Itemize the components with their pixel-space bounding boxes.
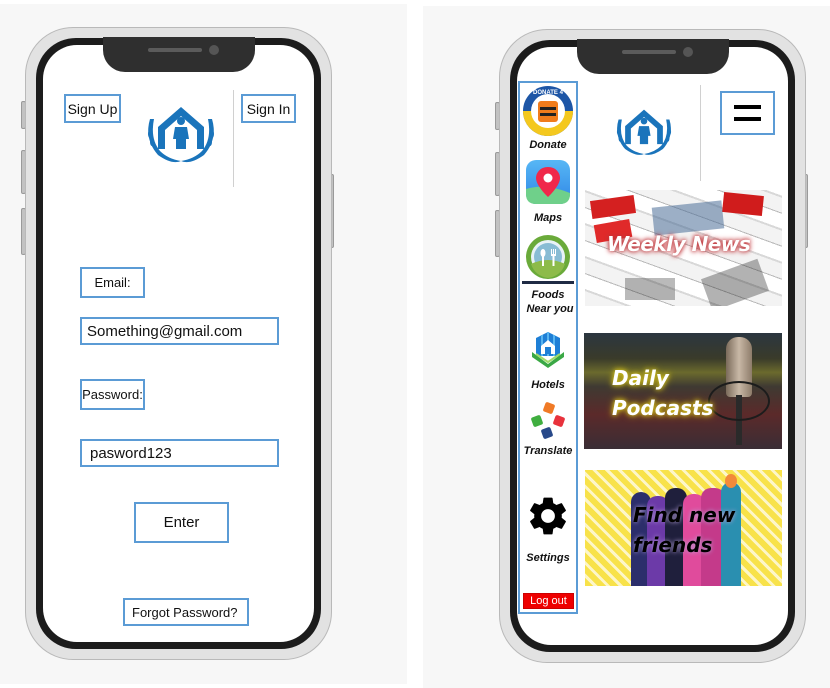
find-new-friends-card[interactable]: Find new friends <box>585 470 782 586</box>
email-field[interactable]: Something@gmail.com <box>80 317 279 345</box>
unhcr-logo-icon <box>142 99 220 167</box>
phone-frame-home: DONATE 4 Donate Maps Foods Near you Hote… <box>499 29 806 663</box>
camera-icon <box>208 45 219 55</box>
weekly-news-card[interactable]: Weekly News <box>585 190 782 306</box>
home-screen: DONATE 4 Donate Maps Foods Near you Hote… <box>517 47 788 645</box>
daily-podcasts-card[interactable]: Daily Podcasts <box>584 333 782 449</box>
forgot-password-link[interactable]: Forgot Password? <box>123 598 249 626</box>
menu-button[interactable] <box>720 91 775 135</box>
food-divider-bar <box>522 281 574 284</box>
card-title: Weekly News <box>607 232 751 256</box>
sign-up-button[interactable]: Sign Up <box>64 94 121 123</box>
phone-notch <box>102 37 255 72</box>
camera-icon <box>682 47 693 57</box>
card-title-line: Find new <box>633 503 736 527</box>
sidebar-item-label: Maps <box>533 212 563 224</box>
enter-button[interactable]: Enter <box>134 502 229 543</box>
sidebar-item-donate[interactable]: DONATE 4 Donate <box>520 85 576 152</box>
card-title: Daily Podcasts <box>612 363 713 423</box>
sidebar-nav: DONATE 4 Donate Maps Foods Near you Hote… <box>518 81 578 614</box>
phone-notch <box>576 39 729 74</box>
sidebar-item-foods-near-you[interactable]: Foods Near you <box>520 234 576 316</box>
sidebar-item-label: Translate <box>523 445 573 457</box>
hotel-building-icon <box>528 330 568 370</box>
gear-icon <box>525 493 571 539</box>
sidebar-item-hotels[interactable]: Hotels <box>520 330 576 392</box>
password-label: Password: <box>80 379 145 410</box>
login-screen: Sign Up Sign In Email: Something@gmail.c… <box>43 45 314 642</box>
phone-bezel: DONATE 4 Donate Maps Foods Near you Hote… <box>510 39 795 652</box>
sidebar-item-label: Near you <box>526 303 574 315</box>
hamburger-menu-icon <box>734 105 761 121</box>
speaker-icon <box>147 48 202 52</box>
food-plate-icon <box>525 234 571 280</box>
translate-icon <box>528 401 568 441</box>
header-divider <box>700 85 701 181</box>
donate-ukraine-refugees-icon: DONATE 4 <box>522 85 574 137</box>
logout-button[interactable]: Log out <box>523 593 574 609</box>
login-mockup-panel: Sign Up Sign In Email: Something@gmail.c… <box>0 4 407 684</box>
card-title: Find new friends <box>633 500 735 560</box>
email-label: Email: <box>80 267 145 298</box>
home-mockup-panel: DONATE 4 Donate Maps Foods Near you Hote… <box>423 6 830 688</box>
sidebar-item-maps[interactable]: Maps <box>520 159 576 225</box>
unhcr-logo-icon <box>612 101 676 161</box>
sidebar-item-label: Hotels <box>531 379 565 391</box>
card-title-line: Daily <box>612 366 669 390</box>
password-field[interactable]: pasword123 <box>80 439 279 467</box>
card-title-line: Podcasts <box>612 396 714 420</box>
sign-in-button[interactable]: Sign In <box>241 94 296 123</box>
phone-frame-login: Sign Up Sign In Email: Something@gmail.c… <box>25 27 332 660</box>
speaker-icon <box>621 50 676 54</box>
card-title-line: friends <box>633 533 713 557</box>
sidebar-item-label: Foods <box>531 289 565 301</box>
map-pin-icon <box>525 159 571 205</box>
sidebar-item-settings[interactable]: Settings <box>520 493 576 565</box>
sidebar-item-label: Donate <box>529 139 567 151</box>
header-divider <box>233 90 234 187</box>
sidebar-item-translate[interactable]: Translate <box>520 401 576 458</box>
sidebar-item-label: Settings <box>526 552 570 564</box>
phone-bezel: Sign Up Sign In Email: Something@gmail.c… <box>36 37 321 649</box>
svg-text:DONATE 4: DONATE 4 <box>533 90 564 96</box>
